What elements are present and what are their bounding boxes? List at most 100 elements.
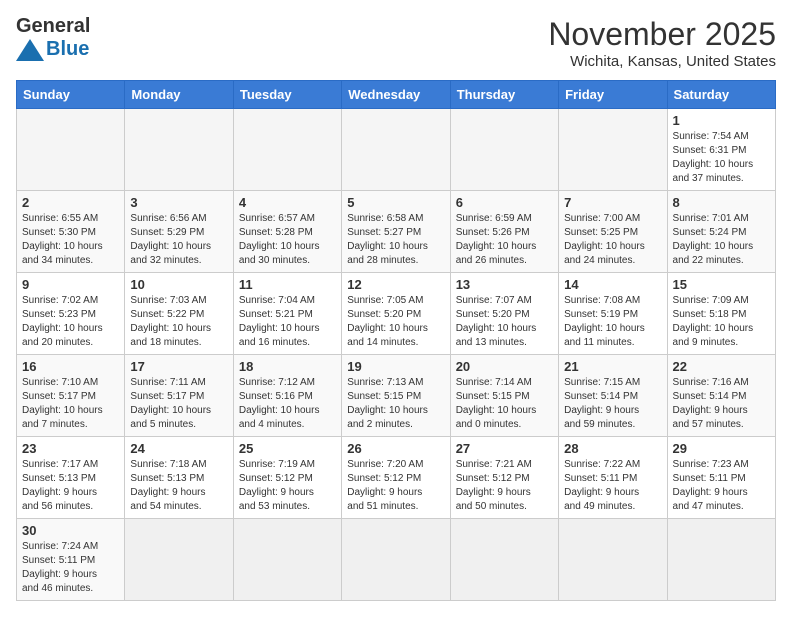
- day-info: Sunrise: 6:58 AM Sunset: 5:27 PM Dayligh…: [347, 212, 444, 268]
- day-info: Sunrise: 7:15 AM Sunset: 5:14 PM Dayligh…: [564, 376, 661, 432]
- calendar-day-cell: 11 Sunrise: 7:04 AM Sunset: 5:21 PM Dayli…: [233, 273, 341, 355]
- calendar-day-cell: [342, 519, 450, 601]
- day-info: Sunrise: 7:05 AM Sunset: 5:20 PM Dayligh…: [347, 294, 444, 350]
- day-info: Sunrise: 6:56 AM Sunset: 5:29 PM Dayligh…: [130, 212, 227, 268]
- day-number: 23: [22, 441, 119, 456]
- calendar-day-cell: 27 Sunrise: 7:21 AM Sunset: 5:12 PM Dayli…: [450, 437, 558, 519]
- day-info: Sunrise: 7:54 AM Sunset: 6:31 PM Dayligh…: [673, 130, 770, 186]
- day-number: 5: [347, 195, 444, 210]
- calendar-day-cell: 20Sunrise: 7:14 AM Sunset: 5:15 PM Dayli…: [450, 355, 558, 437]
- day-info: Sunrise: 7:09 AM Sunset: 5:18 PM Dayligh…: [673, 294, 770, 350]
- calendar-day-cell: [233, 519, 341, 601]
- calendar-day-cell: 25 Sunrise: 7:19 AM Sunset: 5:12 PM Dayli…: [233, 437, 341, 519]
- day-number: 9: [22, 277, 119, 292]
- day-header-monday: Monday: [125, 81, 233, 109]
- day-info: Sunrise: 7:00 AM Sunset: 5:25 PM Dayligh…: [564, 212, 661, 268]
- day-info: Sunrise: 7:12 AM Sunset: 5:16 PM Dayligh…: [239, 376, 336, 432]
- calendar-day-cell: 21Sunrise: 7:15 AM Sunset: 5:14 PM Dayli…: [559, 355, 667, 437]
- day-number: 28: [564, 441, 661, 456]
- title-block: November 2025 Wichita, Kansas, United St…: [548, 16, 776, 70]
- day-number: 27: [456, 441, 553, 456]
- calendar-day-cell: [125, 109, 233, 191]
- day-info: Sunrise: 7:07 AM Sunset: 5:20 PM Dayligh…: [456, 294, 553, 350]
- day-info: Sunrise: 6:59 AM Sunset: 5:26 PM Dayligh…: [456, 212, 553, 268]
- day-number: 12: [347, 277, 444, 292]
- day-info: Sunrise: 7:19 AM Sunset: 5:12 PM Dayligh…: [239, 458, 336, 514]
- calendar-day-cell: 22 Sunrise: 7:16 AM Sunset: 5:14 PM Dayli…: [667, 355, 775, 437]
- calendar-day-cell: 4 Sunrise: 6:57 AM Sunset: 5:28 PM Daylig…: [233, 191, 341, 273]
- day-number: 13: [456, 277, 553, 292]
- day-info: Sunrise: 7:03 AM Sunset: 5:22 PM Dayligh…: [130, 294, 227, 350]
- day-info: Sunrise: 7:08 AM Sunset: 5:19 PM Dayligh…: [564, 294, 661, 350]
- day-number: 3: [130, 195, 227, 210]
- day-info: Sunrise: 6:57 AM Sunset: 5:28 PM Dayligh…: [239, 212, 336, 268]
- calendar-week-row: 9Sunrise: 7:02 AM Sunset: 5:23 PM Daylig…: [17, 273, 776, 355]
- day-number: 10: [130, 277, 227, 292]
- logo-triangle-icon: [16, 39, 44, 61]
- day-info: Sunrise: 7:13 AM Sunset: 5:15 PM Dayligh…: [347, 376, 444, 432]
- day-header-wednesday: Wednesday: [342, 81, 450, 109]
- day-number: 17: [130, 359, 227, 374]
- calendar-day-cell: 15 Sunrise: 7:09 AM Sunset: 5:18 PM Dayli…: [667, 273, 775, 355]
- calendar-day-cell: 13 Sunrise: 7:07 AM Sunset: 5:20 PM Dayli…: [450, 273, 558, 355]
- location-title: Wichita, Kansas, United States: [548, 53, 776, 70]
- calendar-day-cell: 2Sunrise: 6:55 AM Sunset: 5:30 PM Daylig…: [17, 191, 125, 273]
- calendar-day-cell: [125, 519, 233, 601]
- calendar-day-cell: 14 Sunrise: 7:08 AM Sunset: 5:19 PM Dayli…: [559, 273, 667, 355]
- day-header-saturday: Saturday: [667, 81, 775, 109]
- day-number: 14: [564, 277, 661, 292]
- calendar-day-cell: 7 Sunrise: 7:00 AM Sunset: 5:25 PM Daylig…: [559, 191, 667, 273]
- calendar-day-cell: 8Sunrise: 7:01 AM Sunset: 5:24 PM Daylig…: [667, 191, 775, 273]
- calendar-day-cell: 12 Sunrise: 7:05 AM Sunset: 5:20 PM Dayli…: [342, 273, 450, 355]
- calendar-day-cell: 1 Sunrise: 7:54 AM Sunset: 6:31 PM Daylig…: [667, 109, 775, 191]
- day-number: 11: [239, 277, 336, 292]
- calendar-header-row: SundayMondayTuesdayWednesdayThursdayFrid…: [17, 81, 776, 109]
- calendar-week-row: 2Sunrise: 6:55 AM Sunset: 5:30 PM Daylig…: [17, 191, 776, 273]
- calendar-day-cell: [450, 109, 558, 191]
- day-header-sunday: Sunday: [17, 81, 125, 109]
- day-number: 25: [239, 441, 336, 456]
- day-info: Sunrise: 7:22 AM Sunset: 5:11 PM Dayligh…: [564, 458, 661, 514]
- calendar-day-cell: 9Sunrise: 7:02 AM Sunset: 5:23 PM Daylig…: [17, 273, 125, 355]
- calendar-day-cell: [233, 109, 341, 191]
- calendar-week-row: 16 Sunrise: 7:10 AM Sunset: 5:17 PM Dayli…: [17, 355, 776, 437]
- day-info: Sunrise: 7:24 AM Sunset: 5:11 PM Dayligh…: [22, 540, 119, 596]
- calendar-day-cell: 19 Sunrise: 7:13 AM Sunset: 5:15 PM Dayli…: [342, 355, 450, 437]
- day-info: Sunrise: 7:17 AM Sunset: 5:13 PM Dayligh…: [22, 458, 119, 514]
- calendar-day-cell: 17 Sunrise: 7:11 AM Sunset: 5:17 PM Dayli…: [125, 355, 233, 437]
- day-number: 4: [239, 195, 336, 210]
- day-number: 6: [456, 195, 553, 210]
- day-number: 22: [673, 359, 770, 374]
- calendar-day-cell: [450, 519, 558, 601]
- day-number: 15: [673, 277, 770, 292]
- day-number: 16: [22, 359, 119, 374]
- calendar-day-cell: 6 Sunrise: 6:59 AM Sunset: 5:26 PM Daylig…: [450, 191, 558, 273]
- calendar-day-cell: 10 Sunrise: 7:03 AM Sunset: 5:22 PM Dayli…: [125, 273, 233, 355]
- day-info: Sunrise: 7:10 AM Sunset: 5:17 PM Dayligh…: [22, 376, 119, 432]
- logo-general-text: General: [16, 16, 90, 36]
- day-number: 1: [673, 113, 770, 128]
- logo-blue-bar: Blue: [16, 38, 89, 61]
- day-info: Sunrise: 7:23 AM Sunset: 5:11 PM Dayligh…: [673, 458, 770, 514]
- day-number: 19: [347, 359, 444, 374]
- page-header: General Blue November 2025 Wichita, Kans…: [16, 16, 776, 70]
- calendar-day-cell: 18Sunrise: 7:12 AM Sunset: 5:16 PM Dayli…: [233, 355, 341, 437]
- day-info: Sunrise: 7:11 AM Sunset: 5:17 PM Dayligh…: [130, 376, 227, 432]
- calendar-day-cell: 24Sunrise: 7:18 AM Sunset: 5:13 PM Dayli…: [125, 437, 233, 519]
- day-info: Sunrise: 7:16 AM Sunset: 5:14 PM Dayligh…: [673, 376, 770, 432]
- day-info: Sunrise: 7:14 AM Sunset: 5:15 PM Dayligh…: [456, 376, 553, 432]
- day-info: Sunrise: 7:04 AM Sunset: 5:21 PM Dayligh…: [239, 294, 336, 350]
- calendar-day-cell: 23 Sunrise: 7:17 AM Sunset: 5:13 PM Dayli…: [17, 437, 125, 519]
- calendar-day-cell: [559, 519, 667, 601]
- logo: General Blue: [16, 16, 90, 61]
- calendar-day-cell: [667, 519, 775, 601]
- day-info: Sunrise: 7:20 AM Sunset: 5:12 PM Dayligh…: [347, 458, 444, 514]
- day-number: 7: [564, 195, 661, 210]
- day-info: Sunrise: 7:21 AM Sunset: 5:12 PM Dayligh…: [456, 458, 553, 514]
- day-number: 29: [673, 441, 770, 456]
- day-header-tuesday: Tuesday: [233, 81, 341, 109]
- day-number: 26: [347, 441, 444, 456]
- day-info: Sunrise: 7:18 AM Sunset: 5:13 PM Dayligh…: [130, 458, 227, 514]
- calendar-day-cell: 28 Sunrise: 7:22 AM Sunset: 5:11 PM Dayli…: [559, 437, 667, 519]
- calendar-day-cell: 26 Sunrise: 7:20 AM Sunset: 5:12 PM Dayli…: [342, 437, 450, 519]
